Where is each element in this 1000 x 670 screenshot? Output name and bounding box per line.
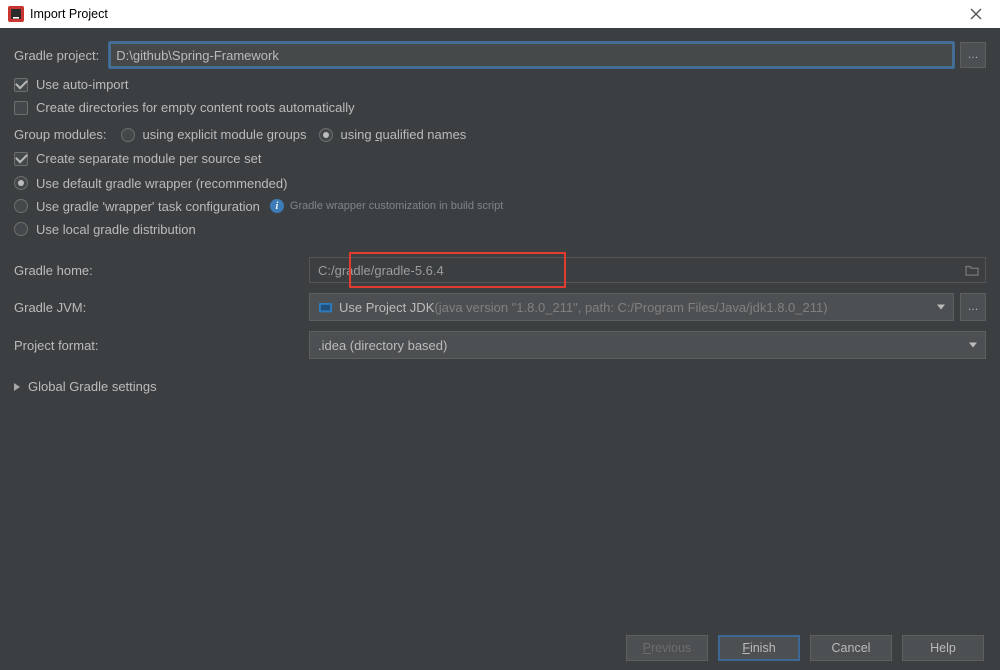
gradle-project-input[interactable] bbox=[109, 42, 954, 68]
folder-icon bbox=[965, 264, 979, 276]
create-dirs-label: Create directories for empty content roo… bbox=[36, 100, 355, 115]
dialog-footer: Previous Finish Cancel Help bbox=[0, 626, 1000, 670]
project-format-value: .idea (directory based) bbox=[318, 338, 447, 353]
project-format-combo[interactable]: .idea (directory based) bbox=[309, 331, 986, 359]
gradle-home-browse-button[interactable] bbox=[962, 261, 982, 279]
gradle-jvm-combo[interactable]: Use Project JDK (java version "1.8.0_211… bbox=[309, 293, 954, 321]
cancel-button[interactable]: Cancel bbox=[810, 635, 892, 661]
app-icon bbox=[8, 6, 24, 22]
expand-icon bbox=[14, 383, 20, 391]
info-icon: i bbox=[270, 199, 284, 213]
gradle-project-label: Gradle project: bbox=[14, 48, 99, 63]
local-dist-label: Use local gradle distribution bbox=[36, 222, 196, 237]
chevron-down-icon bbox=[969, 343, 977, 348]
gradle-project-browse-button[interactable]: … bbox=[960, 42, 986, 68]
jdk-icon bbox=[318, 301, 333, 313]
auto-import-checkbox[interactable] bbox=[14, 78, 28, 92]
previous-button[interactable]: Previous bbox=[626, 635, 708, 661]
dialog-body: Gradle project: … Use auto-import Create… bbox=[0, 28, 1000, 626]
window-title: Import Project bbox=[30, 7, 952, 21]
local-dist-radio[interactable] bbox=[14, 222, 28, 236]
wrapper-task-label: Use gradle 'wrapper' task configuration bbox=[36, 199, 260, 214]
group-explicit-label: using explicit module groups bbox=[143, 127, 307, 142]
auto-import-option[interactable]: Use auto-import bbox=[14, 77, 128, 92]
close-icon bbox=[970, 8, 982, 20]
gradle-home-input[interactable]: C:/gradle/gradle-5.6.4 bbox=[309, 257, 986, 283]
gradle-jvm-browse-button[interactable]: … bbox=[960, 293, 986, 321]
group-explicit-radio[interactable] bbox=[121, 128, 135, 142]
gradle-jvm-value: Use Project JDK bbox=[339, 300, 434, 315]
window-titlebar: Import Project bbox=[0, 0, 1000, 28]
group-qualified-label: using qualified names bbox=[341, 127, 467, 142]
global-gradle-settings-expander[interactable]: Global Gradle settings bbox=[14, 379, 986, 394]
default-wrapper-radio[interactable] bbox=[14, 176, 28, 190]
group-qualified-radio[interactable] bbox=[319, 128, 333, 142]
help-button[interactable]: Help bbox=[902, 635, 984, 661]
gradle-jvm-label: Gradle JVM: bbox=[14, 300, 309, 315]
auto-import-label: Use auto-import bbox=[36, 77, 128, 92]
create-dirs-checkbox[interactable] bbox=[14, 101, 28, 115]
separate-module-option[interactable]: Create separate module per source set bbox=[14, 151, 261, 166]
gradle-jvm-detail: (java version "1.8.0_211", path: C:/Prog… bbox=[434, 300, 827, 315]
separate-module-label: Create separate module per source set bbox=[36, 151, 261, 166]
global-gradle-settings-label: Global Gradle settings bbox=[28, 379, 157, 394]
window-close-button[interactable] bbox=[952, 0, 1000, 28]
default-wrapper-label: Use default gradle wrapper (recommended) bbox=[36, 176, 287, 191]
project-format-label: Project format: bbox=[14, 338, 309, 353]
wrapper-task-option[interactable]: Use gradle 'wrapper' task configuration … bbox=[14, 199, 503, 214]
separate-module-checkbox[interactable] bbox=[14, 152, 28, 166]
gradle-home-label: Gradle home: bbox=[14, 263, 309, 278]
finish-button[interactable]: Finish bbox=[718, 635, 800, 661]
gradle-home-value: C:/gradle/gradle-5.6.4 bbox=[318, 263, 444, 278]
local-dist-option[interactable]: Use local gradle distribution bbox=[14, 222, 196, 237]
wrapper-task-hint: Gradle wrapper customization in build sc… bbox=[290, 200, 503, 212]
wrapper-task-radio[interactable] bbox=[14, 199, 28, 213]
chevron-down-icon bbox=[937, 305, 945, 310]
group-modules-label: Group modules: bbox=[14, 127, 107, 142]
default-wrapper-option[interactable]: Use default gradle wrapper (recommended) bbox=[14, 176, 287, 191]
create-dirs-option[interactable]: Create directories for empty content roo… bbox=[14, 100, 355, 115]
